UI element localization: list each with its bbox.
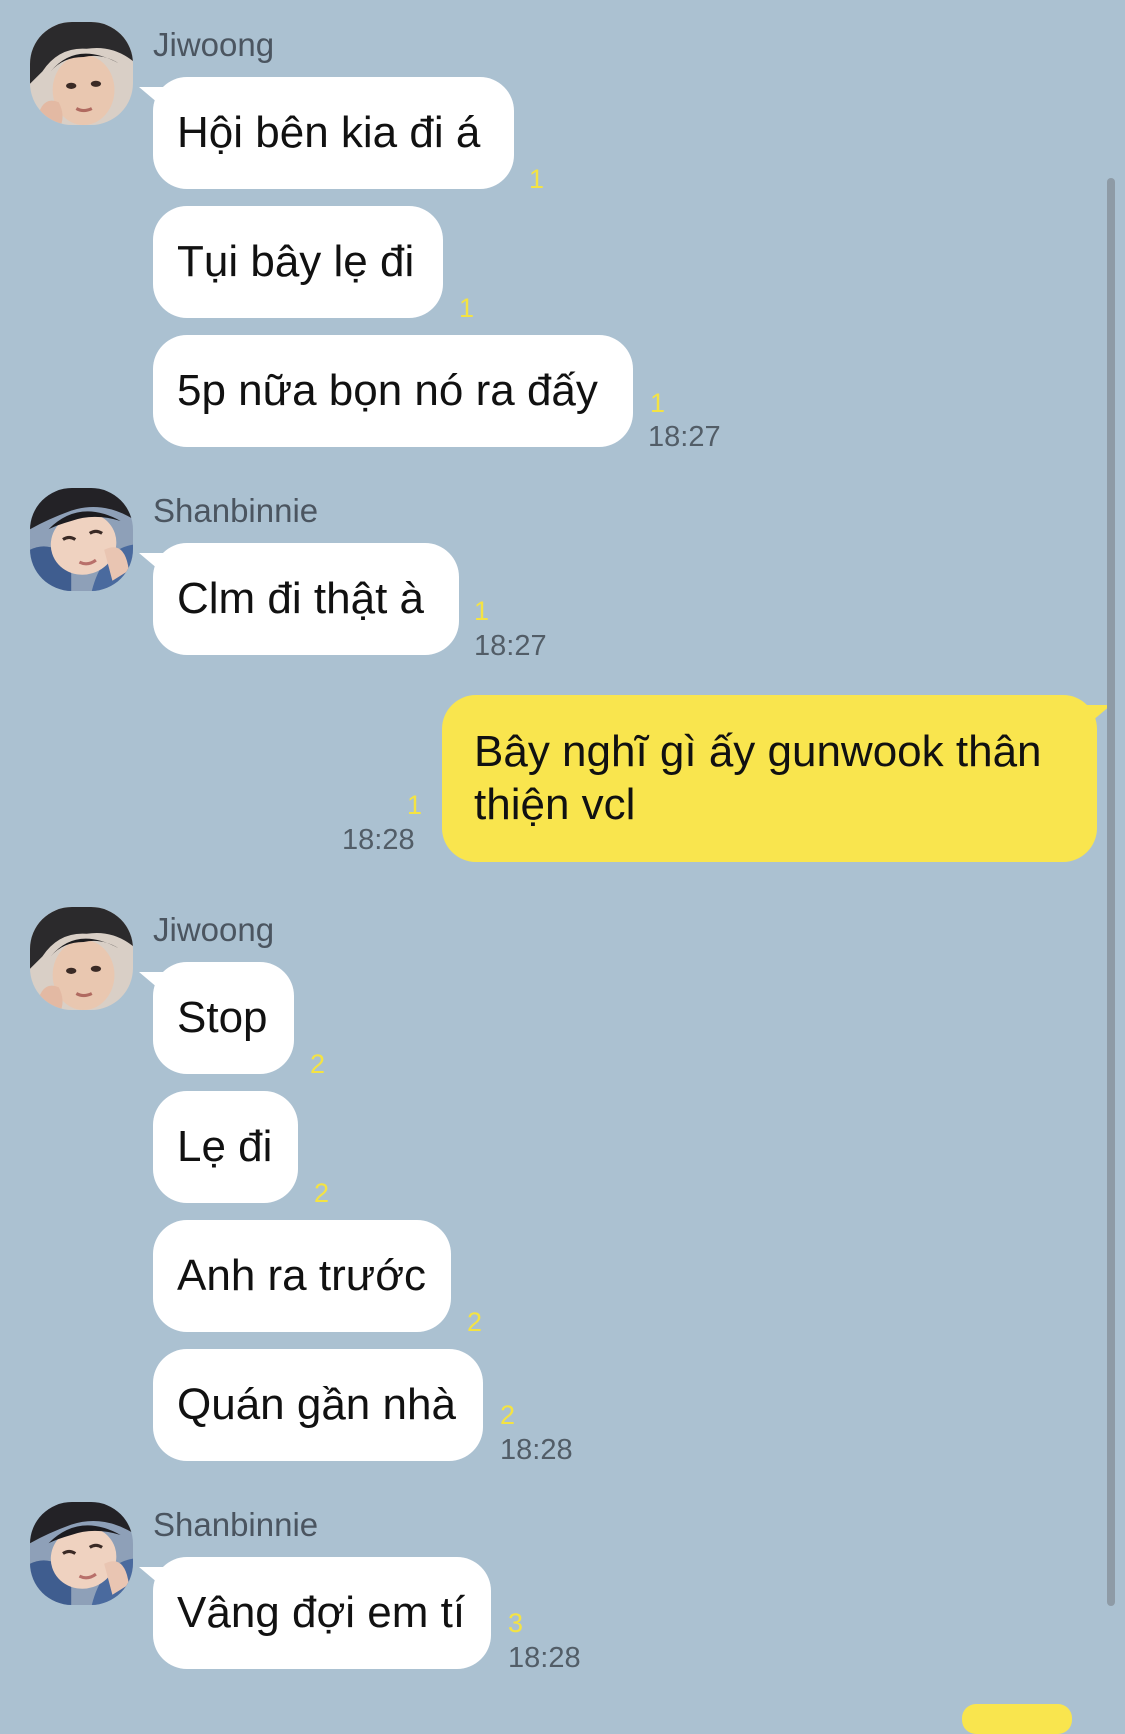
unread-count: 1 bbox=[650, 388, 666, 418]
sender-name: Shanbinnie bbox=[153, 492, 319, 529]
unread-count: 3 bbox=[508, 1608, 524, 1638]
message-bubble[interactable]: Anh ra trước bbox=[153, 1220, 451, 1332]
message-timestamp: 18:28 bbox=[500, 1434, 573, 1466]
profile-photo-icon bbox=[30, 907, 133, 1010]
avatar-jiwoong[interactable] bbox=[30, 907, 133, 1010]
scrollbar[interactable] bbox=[1107, 178, 1115, 1606]
unread-count: 1 bbox=[474, 596, 490, 626]
profile-photo-icon bbox=[30, 488, 133, 591]
unread-count: 2 bbox=[467, 1307, 483, 1337]
message-bubble[interactable]: Stop bbox=[139, 962, 294, 1074]
unread-count: 1 bbox=[407, 790, 423, 820]
message-bubble[interactable]: Lẹ đi bbox=[153, 1091, 298, 1203]
message-bubble[interactable]: Tụi bây lẹ đi bbox=[153, 206, 443, 318]
unread-count: 1 bbox=[459, 293, 475, 323]
my-message-bubble[interactable]: Bây nghĩ gì ấy gunwook thân thiện vcl bbox=[442, 695, 1111, 862]
sender-name: Jiwoong bbox=[153, 911, 275, 948]
message-timestamp: 18:27 bbox=[474, 630, 547, 662]
unread-count: 2 bbox=[310, 1049, 326, 1079]
avatar-shanbinnie[interactable] bbox=[30, 1502, 133, 1605]
profile-photo-icon bbox=[30, 22, 133, 125]
message-bubble[interactable]: 5p nữa bọn nó ra đấy bbox=[153, 335, 633, 447]
message-bubble[interactable]: Hội bên kia đi á bbox=[139, 77, 514, 189]
unread-count: 2 bbox=[314, 1178, 330, 1208]
avatar-jiwoong[interactable] bbox=[30, 22, 133, 125]
sender-name: Shanbinnie bbox=[153, 1506, 319, 1543]
unread-count: 1 bbox=[529, 164, 545, 194]
message-timestamp: 18:28 bbox=[342, 824, 415, 856]
avatar-shanbinnie[interactable] bbox=[30, 488, 133, 591]
sender-name: Jiwoong bbox=[153, 26, 275, 63]
my-message-bubble-partial bbox=[962, 1704, 1072, 1734]
message-bubble[interactable]: Quán gần nhà bbox=[153, 1349, 483, 1461]
message-bubble[interactable]: Vâng đợi em tí bbox=[139, 1557, 491, 1669]
unread-count: 2 bbox=[500, 1400, 516, 1430]
message-timestamp: 18:28 bbox=[508, 1642, 581, 1674]
message-timestamp: 18:27 bbox=[648, 421, 721, 453]
profile-photo-icon bbox=[30, 1502, 133, 1605]
message-bubble[interactable]: Clm đi thật à bbox=[139, 543, 459, 655]
